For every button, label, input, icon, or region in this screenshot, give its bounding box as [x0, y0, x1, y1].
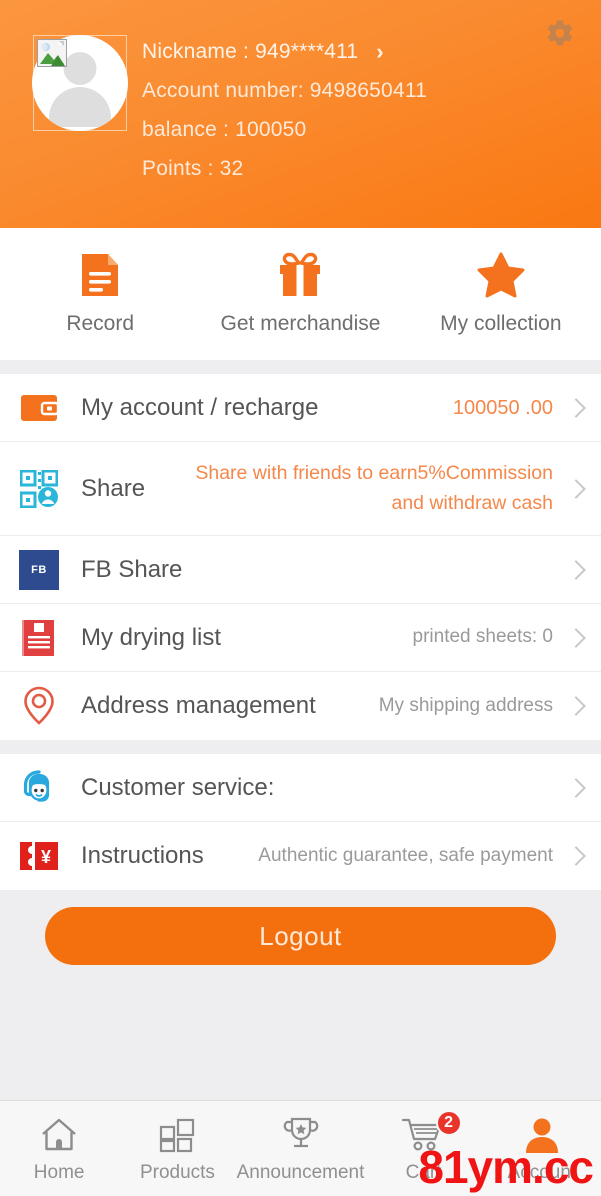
location-pin-icon [19, 686, 59, 726]
menu-item-label: Instructions [81, 842, 204, 869]
account-screen: Nickname : 949****411 › Account number: … [0, 0, 601, 1196]
quick-action-record[interactable]: Record [0, 252, 200, 336]
profile-header: Nickname : 949****411 › Account number: … [0, 0, 601, 228]
menu-item-my-account-recharge[interactable]: My account / recharge 100050 .00 [0, 374, 601, 442]
nav-item-account[interactable]: Account [483, 1101, 601, 1196]
account-number-label: Account number: 9498650411 [142, 78, 428, 102]
chevron-right-icon [566, 846, 586, 866]
gear-icon [547, 20, 573, 46]
quick-action-get-merchandise[interactable]: Get merchandise [200, 252, 400, 336]
nav-item-cart[interactable]: 2 Cart [364, 1101, 482, 1196]
headset-support-icon [19, 768, 59, 808]
chevron-right-icon [566, 777, 586, 798]
chevron-right-icon [566, 696, 586, 716]
menu-item-fb-share[interactable]: FB FB Share [0, 536, 601, 604]
balance-label: balance : 100050 [142, 117, 307, 141]
quick-actions-bar: Record Get merchandise My collection [0, 228, 601, 360]
menu-item-label: Share [81, 474, 146, 502]
menu-item-label: My drying list [81, 623, 222, 651]
trophy-icon [281, 1114, 321, 1156]
section-divider [0, 740, 601, 754]
cart-badge: 2 [435, 1109, 462, 1136]
menu-item-my-drying-list[interactable]: My drying list printed sheets: 0 [0, 604, 601, 672]
logout-area: Logout [0, 890, 601, 965]
nickname-row[interactable]: Nickname : 949****411 › [142, 32, 427, 71]
wallet-icon [19, 388, 59, 428]
menu-section-account: My account / recharge 100050 .00 Share S… [0, 374, 601, 740]
menu-item-value: Share with friends to earn5%Commission a… [195, 462, 553, 514]
section-divider [0, 360, 601, 374]
avatar-body-shape [49, 87, 111, 127]
menu-item-value: 100050 .00 [452, 396, 553, 419]
points-label: Points : 32 [142, 156, 244, 180]
quick-action-my-collection[interactable]: My collection [401, 252, 601, 336]
avatar[interactable] [32, 35, 128, 131]
home-icon [39, 1114, 79, 1156]
menu-item-share[interactable]: Share Share with friends to earn5%Commis… [0, 442, 601, 536]
menu-section-support: Customer service: ¥ Instructions Authent… [0, 754, 601, 890]
document-icon [82, 254, 119, 296]
qr-share-icon [19, 469, 59, 509]
nav-item-label: Products [139, 1161, 215, 1183]
person-icon [522, 1114, 562, 1156]
quick-action-label: My collection [440, 312, 562, 335]
star-icon [477, 252, 525, 298]
menu-item-customer-service[interactable]: Customer service: [0, 754, 601, 822]
avatar-head-shape [63, 52, 97, 85]
menu-item-label: FB Share [81, 555, 183, 583]
nav-item-home[interactable]: Home [0, 1101, 118, 1196]
fb-badge-label: FB [19, 549, 59, 590]
menu-item-label: My account / recharge [81, 393, 319, 421]
nickname-label: Nickname : 949****411 [142, 39, 359, 63]
empty-space [0, 965, 601, 1085]
profile-info: Nickname : 949****411 › Account number: … [142, 32, 427, 188]
quick-action-label: Record [66, 312, 135, 335]
cart-icon: 2 [401, 1109, 462, 1156]
receipt-icon [19, 618, 59, 658]
fb-icon: FB [19, 549, 59, 590]
grid-products-icon [157, 1114, 197, 1156]
nav-item-products[interactable]: Products [118, 1101, 236, 1196]
nav-item-label: Home [33, 1161, 85, 1183]
chevron-right-icon [566, 559, 586, 580]
menu-item-value: printed sheets: 0 [412, 626, 553, 648]
chevron-right-icon [566, 478, 586, 499]
svg-text:¥: ¥ [41, 847, 51, 867]
logout-button[interactable]: Logout [45, 907, 556, 965]
menu-item-instructions[interactable]: ¥ Instructions Authentic guarantee, safe… [0, 822, 601, 890]
menu-item-value: Authentic guarantee, safe payment [258, 844, 553, 866]
chevron-right-icon [566, 627, 586, 648]
chevron-right-icon [566, 397, 586, 418]
menu-item-address-management[interactable]: Address management My shipping address [0, 672, 601, 740]
nav-item-label: Account [507, 1161, 577, 1183]
menu-item-label: Customer service: [81, 773, 275, 801]
menu-item-value: My shipping address [378, 694, 553, 716]
gift-icon [280, 252, 321, 296]
coupon-yen-icon: ¥ [19, 836, 59, 876]
quick-action-label: Get merchandise [220, 312, 381, 335]
nav-item-announcement[interactable]: Announcement [236, 1101, 365, 1196]
nav-item-label: Announcement [236, 1161, 365, 1183]
nav-item-label: Cart [405, 1161, 442, 1183]
settings-button[interactable] [539, 12, 581, 54]
menu-item-label: Address management [81, 692, 316, 719]
chevron-right-icon: › [376, 38, 384, 64]
broken-image-icon [37, 39, 67, 67]
bottom-navigation: Home Products Announcement 2 Cart Accoun… [0, 1100, 601, 1196]
